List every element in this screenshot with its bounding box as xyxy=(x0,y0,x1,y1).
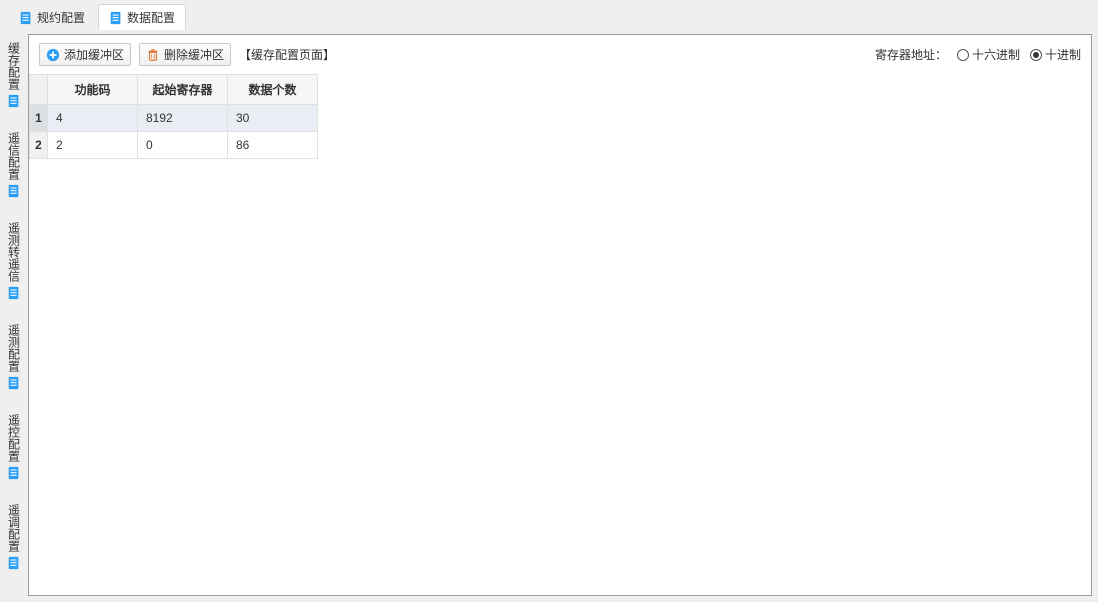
side-tab-label: 遥信配置 xyxy=(6,132,23,180)
radio-icon xyxy=(957,49,969,61)
plus-icon xyxy=(46,48,60,62)
side-tab-yt[interactable]: 遥调配置 xyxy=(6,502,23,572)
button-label: 添加缓冲区 xyxy=(64,46,124,63)
button-label: 删除缓冲区 xyxy=(164,46,224,63)
radio-hex[interactable]: 十六进制 xyxy=(957,46,1020,63)
tab-label: 数据配置 xyxy=(127,9,175,26)
row-number-header xyxy=(30,75,48,105)
side-tab-yc[interactable]: 遥测配置 xyxy=(6,322,23,392)
cell-count[interactable]: 30 xyxy=(228,105,318,132)
side-tab-yc2yx[interactable]: 遥测转遥信 xyxy=(6,220,23,302)
tab-label: 规约配置 xyxy=(37,9,85,26)
cell-count[interactable]: 86 xyxy=(228,132,318,159)
table-header-row: 功能码 起始寄存器 数据个数 xyxy=(30,75,318,105)
cell-start[interactable]: 8192 xyxy=(138,105,228,132)
content-panel: 添加缓冲区 删除缓冲区 【缓存配置页面】 寄存器地址： 十六进制 xyxy=(28,34,1092,596)
document-icon xyxy=(7,556,21,570)
buffer-table: 功能码 起始寄存器 数据个数 1 4 8192 30 2 xyxy=(29,74,318,159)
side-tabs: 缓存配置 遥信配置 遥测转遥信 遥测配置 xyxy=(0,34,28,596)
cell-fn[interactable]: 4 xyxy=(48,105,138,132)
document-icon xyxy=(7,286,21,300)
side-tab-yk[interactable]: 遥控配置 xyxy=(6,412,23,482)
side-tab-label: 遥控配置 xyxy=(6,414,23,462)
radio-dec[interactable]: 十进制 xyxy=(1030,46,1081,63)
toolbar: 添加缓冲区 删除缓冲区 【缓存配置页面】 寄存器地址： 十六进制 xyxy=(29,35,1091,74)
side-tab-cache[interactable]: 缓存配置 xyxy=(6,40,23,110)
page-label: 【缓存配置页面】 xyxy=(239,46,335,63)
register-address-label: 寄存器地址： xyxy=(875,46,947,63)
document-icon xyxy=(7,466,21,480)
tab-protocol-config[interactable]: 规约配置 xyxy=(8,4,96,30)
radio-label: 十进制 xyxy=(1045,46,1081,63)
col-header-fn[interactable]: 功能码 xyxy=(48,75,138,105)
side-tab-label: 遥调配置 xyxy=(6,504,23,552)
side-tab-yx[interactable]: 遥信配置 xyxy=(6,130,23,200)
document-icon xyxy=(7,94,21,108)
table-row[interactable]: 1 4 8192 30 xyxy=(30,105,318,132)
side-tab-label: 遥测转遥信 xyxy=(6,222,23,282)
top-tabs: 规约配置 数据配置 xyxy=(0,0,1098,30)
col-header-start[interactable]: 起始寄存器 xyxy=(138,75,228,105)
document-icon xyxy=(7,184,21,198)
side-tab-label: 缓存配置 xyxy=(6,42,23,90)
radio-label: 十六进制 xyxy=(972,46,1020,63)
cell-fn[interactable]: 2 xyxy=(48,132,138,159)
col-header-count[interactable]: 数据个数 xyxy=(228,75,318,105)
register-address-group: 寄存器地址： 十六进制 十进制 xyxy=(875,46,1081,63)
cell-start[interactable]: 0 xyxy=(138,132,228,159)
row-number: 1 xyxy=(30,105,48,132)
side-tab-label: 遥测配置 xyxy=(6,324,23,372)
row-number: 2 xyxy=(30,132,48,159)
trash-icon xyxy=(146,48,160,62)
document-icon xyxy=(109,11,123,25)
radio-icon xyxy=(1030,49,1042,61)
delete-buffer-button[interactable]: 删除缓冲区 xyxy=(139,43,231,66)
buffer-table-wrap: 功能码 起始寄存器 数据个数 1 4 8192 30 2 xyxy=(29,74,1091,159)
table-row[interactable]: 2 2 0 86 xyxy=(30,132,318,159)
document-icon xyxy=(7,376,21,390)
document-icon xyxy=(19,11,33,25)
tab-data-config[interactable]: 数据配置 xyxy=(98,4,186,30)
add-buffer-button[interactable]: 添加缓冲区 xyxy=(39,43,131,66)
